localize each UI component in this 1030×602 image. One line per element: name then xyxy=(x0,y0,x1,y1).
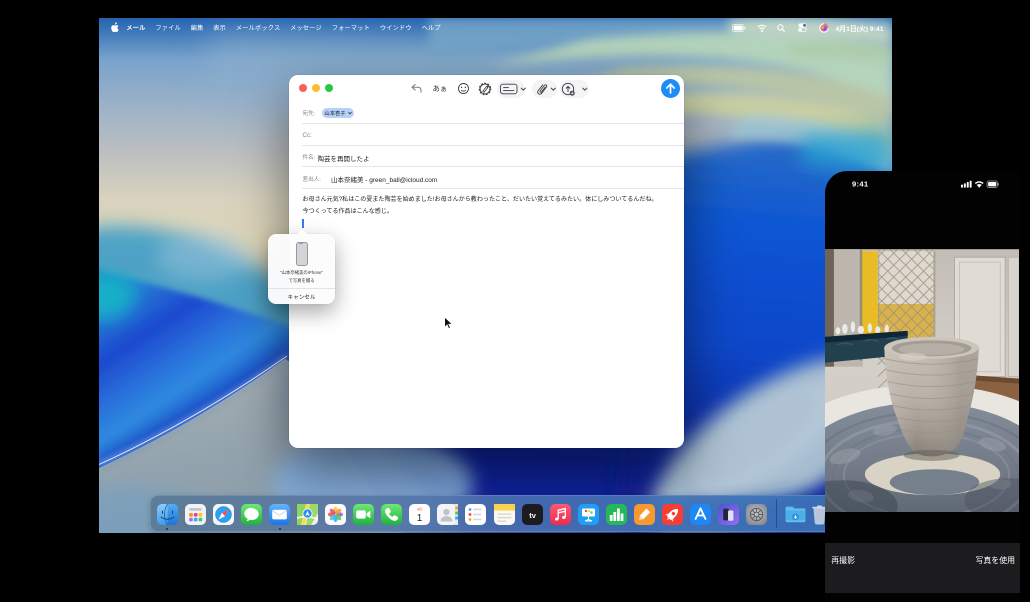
svg-text:1: 1 xyxy=(417,512,423,523)
svg-text:4月: 4月 xyxy=(417,507,422,511)
svg-text:9:41: 9:41 xyxy=(852,180,869,189)
